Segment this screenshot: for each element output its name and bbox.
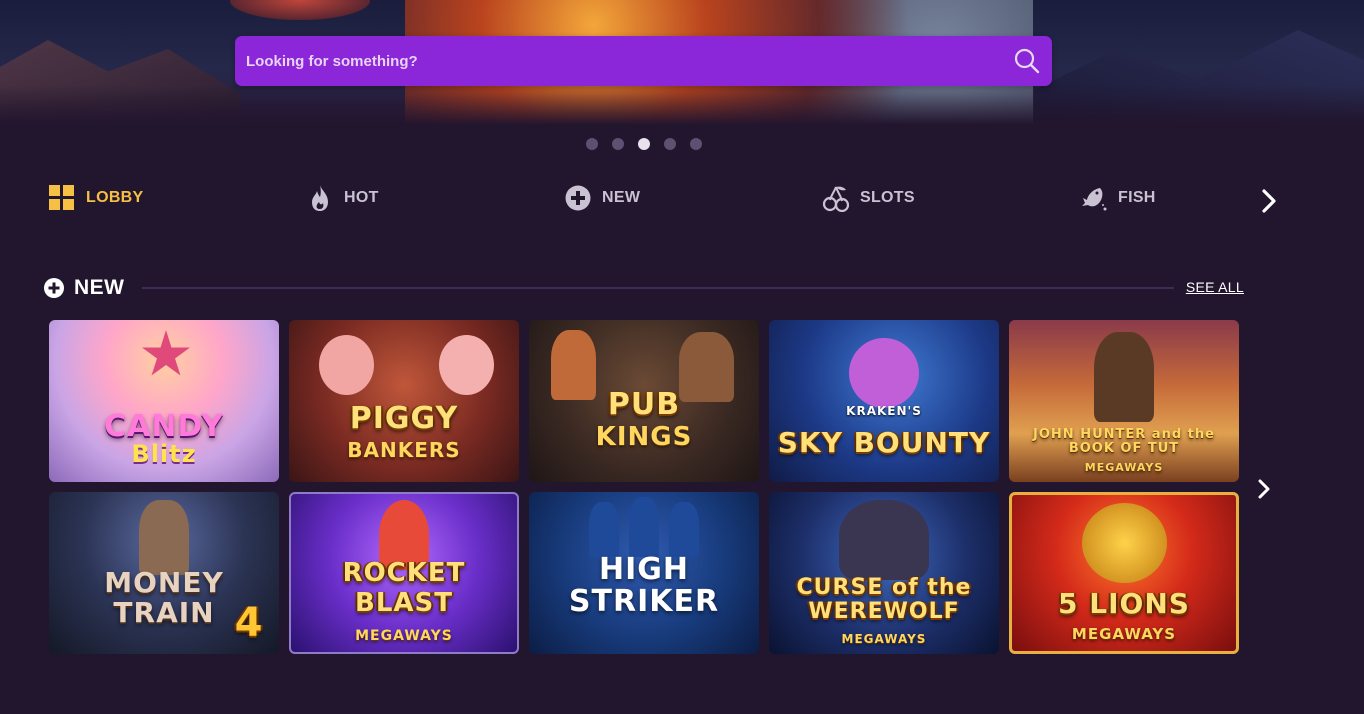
game-title: CURSE of the WEREWOLF — [796, 575, 972, 624]
silhouette-graphic — [629, 497, 659, 557]
plus-circle-icon — [564, 184, 592, 212]
plus-circle-icon — [44, 278, 64, 298]
character-graphic — [1094, 332, 1154, 422]
game-tile-money-train-4[interactable]: MONEY TRAIN 4 — [49, 492, 279, 654]
game-subtitle: MEGAWAYS — [841, 632, 927, 646]
game-title: CANDY — [104, 409, 224, 444]
octopus-graphic — [849, 338, 919, 408]
lion-graphic — [1082, 503, 1167, 583]
game-title: HIGH STRIKER — [568, 552, 720, 619]
category-hot[interactable]: HOT — [306, 180, 379, 216]
game-title: 5 LIONS — [1058, 587, 1190, 620]
new-section-header: NEW SEE ALL — [44, 276, 1244, 300]
category-nav: LOBBY HOT NEW SLOTS FISH — [48, 180, 1288, 216]
silhouette-graphic — [669, 502, 699, 557]
pig-graphic — [439, 335, 494, 395]
search-icon[interactable] — [1012, 46, 1042, 76]
banner-fade — [0, 85, 1364, 125]
category-label: NEW — [602, 189, 641, 206]
game-tile-candy-blitz[interactable]: CANDY Blitz — [49, 320, 279, 482]
game-tile-sky-bounty[interactable]: KRAKEN'S SKY BOUNTY — [769, 320, 999, 482]
game-tile-5-lions[interactable]: 5 LIONS MEGAWAYS — [1009, 492, 1239, 654]
games-next-arrow[interactable] — [1254, 478, 1274, 500]
carousel-dot[interactable] — [664, 138, 676, 150]
category-slots[interactable]: SLOTS — [822, 180, 915, 216]
category-new[interactable]: NEW — [564, 180, 640, 216]
game-title: PIGGY — [349, 401, 459, 436]
carousel-dot-active[interactable] — [638, 138, 650, 150]
see-all-link[interactable]: SEE ALL — [1186, 279, 1244, 295]
silhouette-graphic — [589, 502, 619, 557]
game-subtitle: KINGS — [595, 422, 693, 452]
search-input[interactable] — [235, 35, 1012, 87]
category-lobby[interactable]: LOBBY — [48, 180, 144, 216]
game-title: KRAKEN'S — [846, 404, 922, 418]
banner-figure-left — [230, 0, 370, 20]
game-subtitle: MEGAWAYS — [355, 628, 453, 644]
game-tile-rocket-blast[interactable]: ROCKET BLAST MEGAWAYS — [289, 492, 519, 654]
werewolf-graphic — [839, 500, 929, 580]
carousel-dot[interactable] — [612, 138, 624, 150]
carousel-dot[interactable] — [690, 138, 702, 150]
pig-graphic — [319, 335, 374, 395]
section-divider — [142, 287, 1174, 289]
game-title: PUB — [607, 387, 681, 422]
carousel-dots — [586, 138, 702, 150]
game-subtitle: MEGAWAYS — [1071, 625, 1177, 643]
game-tile-pub-kings[interactable]: PUB KINGS — [529, 320, 759, 482]
game-subtitle: MEGAWAYS — [1084, 461, 1164, 474]
category-label: SLOTS — [860, 189, 915, 206]
game-tile-book-of-tut[interactable]: JOHN HUNTER and the BOOK OF TUT MEGAWAYS — [1009, 320, 1239, 482]
game-title: ROCKET BLAST — [342, 558, 466, 618]
category-label: LOBBY — [86, 189, 144, 206]
flame-icon — [306, 184, 334, 212]
category-label: FISH — [1118, 189, 1156, 206]
fish-icon — [1080, 184, 1108, 212]
game-tile-curse-of-the-werewolf[interactable]: CURSE of the WEREWOLF MEGAWAYS — [769, 492, 999, 654]
cherries-icon — [822, 184, 850, 212]
chevron-right-icon — [1262, 189, 1276, 213]
carousel-dot[interactable] — [586, 138, 598, 150]
star-graphic — [142, 330, 190, 376]
section-title: NEW — [74, 276, 125, 299]
chevron-right-icon — [1258, 479, 1270, 499]
game-tile-high-striker[interactable]: HIGH STRIKER — [529, 492, 759, 654]
category-fish[interactable]: FISH — [1080, 180, 1156, 216]
search-bar — [235, 35, 1052, 87]
game-subtitle: 4 — [234, 600, 264, 646]
category-label: HOT — [344, 189, 379, 206]
game-subtitle: SKY BOUNTY — [777, 426, 991, 459]
game-tile-piggy-bankers[interactable]: PIGGY BANKERS — [289, 320, 519, 482]
game-subtitle: BANKERS — [347, 438, 461, 462]
game-title: JOHN HUNTER and the BOOK OF TUT — [1033, 427, 1215, 456]
category-next-arrow[interactable] — [1258, 188, 1280, 214]
character-graphic — [139, 500, 189, 575]
grid-icon — [48, 184, 76, 212]
game-subtitle: Blitz — [131, 440, 197, 468]
